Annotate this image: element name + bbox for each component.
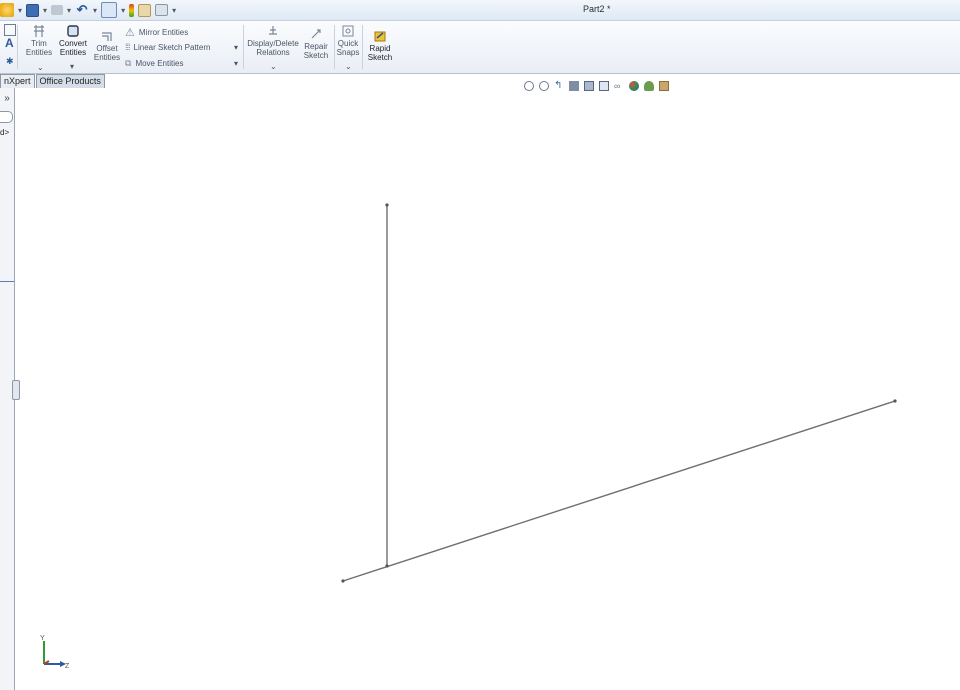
pattern-icon: ⁞⁞⁞ xyxy=(125,42,130,52)
expand-panel-button[interactable]: » xyxy=(0,93,14,105)
chevron-down-icon[interactable]: ▾ xyxy=(70,62,74,71)
repair-icon xyxy=(311,29,321,39)
mirror-icon: ⚠ xyxy=(125,27,135,39)
title-bar: ▾ ▾ ▾ ↶ ▾ ▾ ▾ Part2 * xyxy=(0,0,960,21)
window-title: Part2 * xyxy=(583,4,611,14)
sketch-endpoint[interactable] xyxy=(385,203,389,207)
tree-item-text: d> xyxy=(0,128,10,137)
display-delete-label: Display/Delete Relations xyxy=(247,39,299,57)
chevron-down-icon[interactable]: ▾ xyxy=(43,6,47,15)
chevron-down-icon[interactable]: ▾ xyxy=(93,6,97,15)
trim-label: Trim Entities xyxy=(25,39,53,57)
chevron-down-icon[interactable]: ▾ xyxy=(234,43,238,52)
display-delete-relations-button[interactable]: Display/Delete Relations xyxy=(246,24,300,57)
trim-icon xyxy=(34,25,44,37)
sketch-endpoint[interactable] xyxy=(341,579,345,583)
ribbon-separator xyxy=(362,25,363,69)
linear-pattern-label: Linear Sketch Pattern xyxy=(133,42,211,52)
snap-icon xyxy=(342,25,354,37)
rapid-sketch-label: Rapid Sketch xyxy=(367,44,393,62)
quick-snaps-button[interactable]: Quick Snaps xyxy=(336,24,360,57)
chevron-down-icon[interactable]: ▾ xyxy=(18,6,22,15)
convert-label: Convert Entities xyxy=(58,39,87,57)
text-icon[interactable]: A xyxy=(5,37,14,49)
options-icon[interactable] xyxy=(0,3,14,17)
rapid-sketch-icon xyxy=(374,31,386,42)
ribbon-separator xyxy=(334,25,335,69)
command-tabs: nXpert Office Products xyxy=(0,74,106,88)
quick-access-toolbar: ▾ ▾ ▾ ↶ ▾ ▾ ▾ xyxy=(0,2,176,18)
quick-snaps-label: Quick Snaps xyxy=(336,39,360,57)
chevron-down-icon[interactable]: ▾ xyxy=(234,59,238,68)
trim-entities-button[interactable]: Trim Entities xyxy=(24,24,54,57)
feature-manager-panel: » d> xyxy=(0,88,20,690)
print-icon[interactable] xyxy=(51,5,64,15)
repair-sketch-button[interactable]: Repair Sketch xyxy=(302,27,330,60)
tab-nxpert[interactable]: nXpert xyxy=(0,74,35,88)
sketch-endpoint[interactable] xyxy=(385,564,389,568)
tab-office-products[interactable]: Office Products xyxy=(35,74,105,88)
z-axis-label: Z xyxy=(65,663,70,670)
graphics-area[interactable] xyxy=(15,88,960,690)
sketch-icon[interactable] xyxy=(4,24,16,36)
sketch-endpoint[interactable] xyxy=(893,399,897,403)
chevron-down-icon[interactable]: ▾ xyxy=(121,6,125,15)
offset-label: Offset Entities xyxy=(93,44,121,62)
mirror-entities-button[interactable]: ⚠ Mirror Entities xyxy=(125,26,188,39)
point-icon[interactable]: ✱ xyxy=(6,57,14,66)
chevron-down-icon[interactable]: ▾ xyxy=(67,6,71,15)
rebuild-icon[interactable] xyxy=(129,3,135,17)
settings-icon[interactable] xyxy=(155,4,169,16)
convert-entities-button[interactable]: Convert Entities xyxy=(56,24,90,57)
save-icon[interactable] xyxy=(26,3,40,17)
chevron-down-icon[interactable]: ⌄ xyxy=(37,63,44,72)
sketch-line-diagonal[interactable] xyxy=(342,400,896,582)
offset-entities-button[interactable]: Offset Entities xyxy=(93,29,121,62)
mirror-label: Mirror Entities xyxy=(138,28,189,37)
chevron-down-icon[interactable]: ⌄ xyxy=(270,62,277,71)
panel-divider xyxy=(0,281,14,282)
panel-input[interactable] xyxy=(0,111,13,123)
undo-icon[interactable]: ↶ xyxy=(75,3,89,17)
ribbon-separator xyxy=(243,25,244,69)
convert-icon xyxy=(67,25,79,37)
file-properties-icon[interactable] xyxy=(138,3,152,17)
move-icon: ⧉ xyxy=(125,58,132,68)
ribbon-separator xyxy=(17,25,18,69)
move-label: Move Entities xyxy=(135,59,184,68)
command-manager-ribbon: A ✱ Trim Entities Convert Entities Offse… xyxy=(0,21,960,74)
chevron-down-icon[interactable]: ▾ xyxy=(172,6,176,15)
chevron-down-icon[interactable]: ⌄ xyxy=(345,62,352,71)
move-entities-button[interactable]: ⧉ Move Entities xyxy=(125,58,183,69)
repair-label: Repair Sketch xyxy=(303,42,329,60)
coordinate-triad: Y Z xyxy=(40,635,70,670)
rapid-sketch-button[interactable]: Rapid Sketch xyxy=(365,29,395,62)
linear-sketch-pattern-button[interactable]: ⁞⁞⁞ Linear Sketch Pattern xyxy=(125,42,210,52)
select-icon[interactable] xyxy=(101,2,118,18)
offset-icon xyxy=(102,32,112,41)
relations-icon xyxy=(269,26,277,35)
y-axis-label: Y xyxy=(40,635,45,642)
